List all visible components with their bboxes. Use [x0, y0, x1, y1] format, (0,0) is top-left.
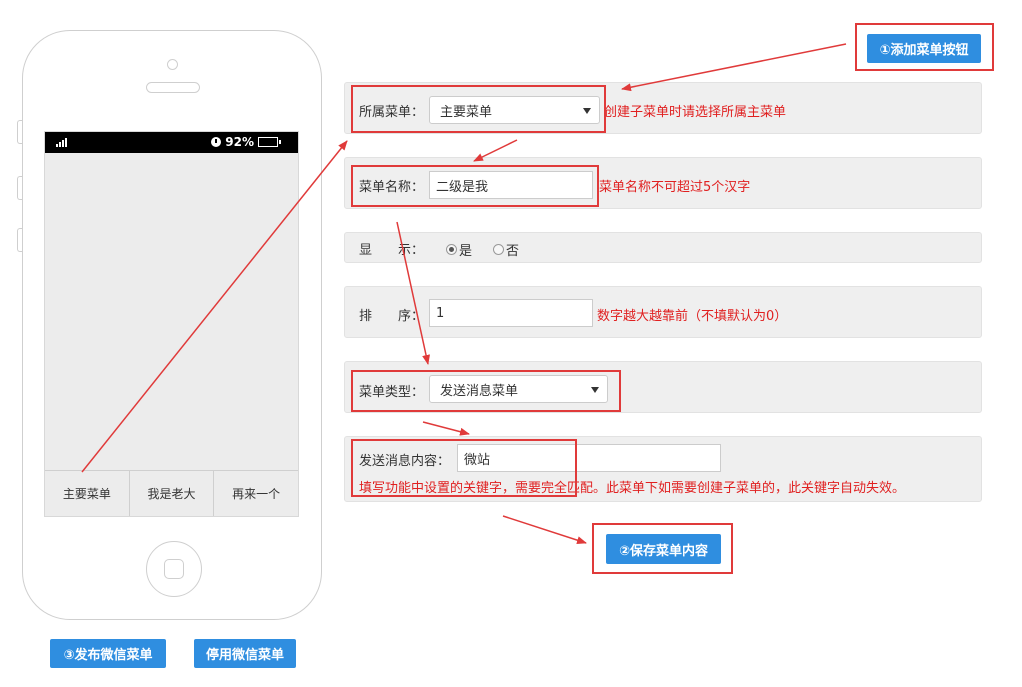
- menu-type-label: 菜单类型：: [359, 385, 425, 400]
- add-menu-button[interactable]: ①添加菜单按钮: [867, 34, 981, 63]
- phone-menu-item-main[interactable]: 主要菜单: [45, 471, 130, 516]
- stage: 92% 主要菜单 我是老大 再来一个 ③发布微信菜单 停用微信菜单 ①添加菜单按…: [0, 0, 1022, 687]
- radio-unchecked-icon: [493, 244, 504, 255]
- signal-icon: [56, 138, 67, 147]
- parent-menu-label: 所属菜单：: [359, 105, 425, 120]
- order-input[interactable]: 1: [429, 299, 593, 327]
- display-label: 显 示：: [359, 243, 425, 258]
- parent-menu-select[interactable]: 主要菜单: [429, 96, 600, 124]
- battery-icon: [258, 137, 281, 147]
- phone-menu-bar: 主要菜单 我是老大 再来一个: [45, 470, 298, 516]
- battery-percent: 92%: [225, 135, 254, 149]
- order-label: 排 序：: [359, 309, 425, 324]
- phone-menu-item-boss[interactable]: 我是老大: [130, 471, 215, 516]
- display-yes-radio[interactable]: 是: [446, 240, 472, 259]
- phone-camera: [167, 59, 178, 70]
- display-row: [344, 232, 982, 263]
- home-button: [146, 541, 202, 597]
- display-yes-label: 是: [459, 244, 473, 259]
- menu-type-value: 发送消息菜单: [440, 383, 519, 399]
- clock-icon: [211, 137, 222, 147]
- display-no-label: 否: [506, 244, 520, 259]
- menu-name-hint: 菜单名称不可超过5个汉字: [599, 180, 751, 195]
- menu-name-input[interactable]: 二级是我: [429, 171, 593, 199]
- publish-menu-button[interactable]: ③发布微信菜单: [50, 639, 166, 668]
- radio-checked-icon: [446, 244, 457, 255]
- parent-menu-value: 主要菜单: [440, 104, 493, 120]
- menu-name-label: 菜单名称：: [359, 180, 425, 195]
- status-bar: 92%: [45, 132, 298, 153]
- phone-screen: 92% 主要菜单 我是老大 再来一个: [44, 131, 299, 517]
- chevron-down-icon: [591, 387, 599, 393]
- order-hint: 数字越大越靠前（不填默认为0）: [597, 309, 788, 324]
- arrow-type-to-content: [422, 421, 470, 436]
- phone-speaker: [146, 82, 200, 93]
- message-content-label: 发送消息内容：: [359, 454, 451, 469]
- arrow-content-to-save: [502, 515, 587, 545]
- display-no-radio[interactable]: 否: [493, 240, 519, 259]
- save-menu-button[interactable]: ②保存菜单内容: [606, 534, 721, 564]
- phone-menu-item-another[interactable]: 再来一个: [214, 471, 298, 516]
- message-content-input[interactable]: 微站: [457, 444, 721, 472]
- parent-menu-hint: 创建子菜单时请选择所属主菜单: [604, 105, 787, 120]
- message-content-hint: 填写功能中设置的关键字，需要完全匹配。此菜单下如需要创建子菜单的，此关键字自动失…: [359, 481, 906, 496]
- disable-menu-button[interactable]: 停用微信菜单: [194, 639, 296, 668]
- chevron-down-icon: [583, 108, 591, 114]
- menu-type-select[interactable]: 发送消息菜单: [429, 375, 608, 403]
